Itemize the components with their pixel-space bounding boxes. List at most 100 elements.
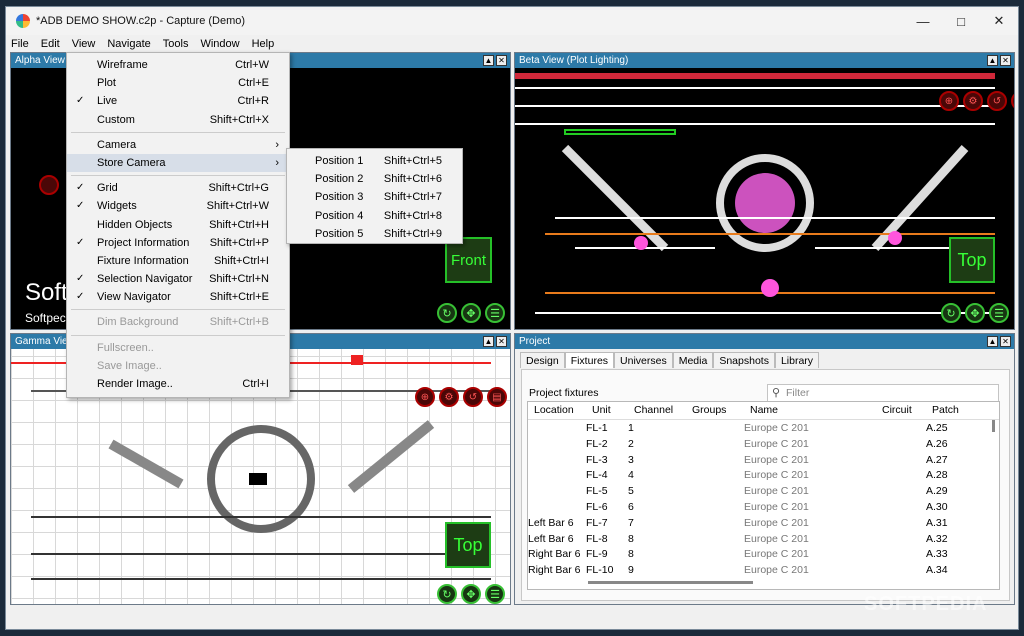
document-icon[interactable]: ▤	[1011, 91, 1014, 111]
view-menu-item[interactable]: ✓ Selection Navigator Shift+Ctrl+N	[67, 270, 289, 288]
move-icon[interactable]: ✥	[461, 584, 481, 604]
minimize-icon[interactable]: —	[904, 7, 942, 35]
gamma-view-label[interactable]: Top	[445, 522, 491, 568]
view-menu-item[interactable]: Store Camera ›	[67, 153, 289, 173]
table-row[interactable]: FL-6 6 Europe C 201 A.30	[528, 500, 999, 516]
pane-close-icon[interactable]: ✕	[1000, 55, 1011, 66]
tab-snapshots[interactable]: Snapshots	[713, 352, 775, 368]
store-camera-item[interactable]: Position 5 Shift+Ctrl+9	[287, 225, 462, 243]
table-row[interactable]: FL-2 2 Europe C 201 A.26	[528, 437, 999, 453]
fixtures-table[interactable]: Location Unit Channel Groups Name Circui…	[527, 401, 1000, 590]
document-icon[interactable]: ▤	[487, 387, 507, 407]
tab-library[interactable]: Library	[774, 352, 820, 368]
view-menu-item[interactable]: Camera ›	[67, 136, 289, 154]
table-cell: FL-4	[586, 469, 608, 482]
col-circuit[interactable]: Circuit	[882, 402, 912, 419]
view-menu-item[interactable]: Fullscreen..	[67, 339, 289, 357]
menu-file[interactable]: File	[11, 38, 29, 50]
pane-maximize-icon[interactable]: ▲	[987, 336, 998, 347]
menu-tools[interactable]: Tools	[163, 38, 189, 50]
view-menu-item[interactable]: ✓ Project Information Shift+Ctrl+P	[67, 234, 289, 252]
beta-view-pane[interactable]: Beta View (Plot Lighting) ▲ ✕ ⊕ ⚙ ↺ Top …	[514, 52, 1015, 330]
target-icon[interactable]: ⊕	[939, 91, 959, 111]
view-menu-item[interactable]: Fixture Information Shift+Ctrl+I	[67, 252, 289, 270]
tab-media[interactable]: Media	[672, 352, 714, 368]
pane-maximize-icon[interactable]: ▲	[483, 336, 494, 347]
pane-close-icon[interactable]: ✕	[1000, 336, 1011, 347]
cycle-icon[interactable]: ↺	[987, 91, 1007, 111]
rotate-icon[interactable]: ↻	[941, 303, 961, 323]
table-row[interactable]: FL-5 5 Europe C 201 A.29	[528, 484, 999, 500]
tab-universes[interactable]: Universes	[614, 352, 673, 368]
move-icon[interactable]: ✥	[461, 303, 481, 323]
menu-view[interactable]: View	[72, 38, 96, 50]
maximize-icon[interactable]: □	[942, 7, 980, 35]
store-camera-item[interactable]: Position 2 Shift+Ctrl+6	[287, 170, 462, 188]
view-menu-item[interactable]: ✓ View Navigator Shift+Ctrl+E	[67, 288, 289, 306]
col-channel[interactable]: Channel	[634, 402, 673, 419]
alpha-target-icon[interactable]	[39, 175, 59, 195]
menu-item-shortcut: Shift+Ctrl+8	[383, 209, 442, 222]
beta-view-label[interactable]: Top	[949, 237, 995, 283]
table-row[interactable]: Right Bar 6 FL-10 9 Europe C 201 A.34	[528, 563, 999, 579]
cycle-icon[interactable]: ↺	[463, 387, 483, 407]
view-menu-item[interactable]: Hidden Objects Shift+Ctrl+H	[67, 216, 289, 234]
col-unit[interactable]: Unit	[592, 402, 611, 419]
table-row[interactable]: Left Bar 6 FL-7 7 Europe C 201 A.31	[528, 516, 999, 532]
pane-maximize-icon[interactable]: ▲	[987, 55, 998, 66]
menu-separator	[71, 131, 285, 133]
store-camera-item[interactable]: Position 4 Shift+Ctrl+8	[287, 207, 462, 225]
view-menu-item[interactable]: Dim Background Shift+Ctrl+B	[67, 313, 289, 331]
target-icon[interactable]: ⊕	[415, 387, 435, 407]
move-icon[interactable]: ✥	[965, 303, 985, 323]
view-menu-item[interactable]: Custom Shift+Ctrl+X	[67, 111, 289, 129]
col-groups[interactable]: Groups	[692, 402, 726, 419]
table-row[interactable]: Left Bar 6 FL-8 8 Europe C 201 A.32	[528, 532, 999, 548]
close-icon[interactable]: ✕	[980, 7, 1018, 35]
menu-icon[interactable]: ☰	[485, 584, 505, 604]
app-window: *ADB DEMO SHOW.c2p - Capture (Demo) — □ …	[5, 6, 1019, 630]
menu-help[interactable]: Help	[252, 38, 275, 50]
view-menu-item[interactable]: ✓ Grid Shift+Ctrl+G	[67, 179, 289, 197]
horizontal-scrollbar[interactable]	[588, 581, 753, 584]
rotate-icon[interactable]: ↻	[437, 584, 457, 604]
filter-input[interactable]: Filter	[767, 384, 999, 402]
store-camera-item[interactable]: Position 3 Shift+Ctrl+7	[287, 188, 462, 206]
table-cell: 7	[628, 516, 634, 529]
chevron-right-icon: ›	[275, 138, 279, 151]
table-cell: A.34	[926, 564, 948, 577]
col-name[interactable]: Name	[750, 402, 778, 419]
pane-maximize-icon[interactable]: ▲	[483, 55, 494, 66]
table-row[interactable]: FL-4 4 Europe C 201 A.28	[528, 468, 999, 484]
menu-item-shortcut: Ctrl+I	[242, 378, 269, 390]
table-row[interactable]: FL-1 1 Europe C 201 A.25	[528, 421, 999, 437]
view-menu-item[interactable]: Plot Ctrl+E	[67, 74, 289, 92]
gear-icon[interactable]: ⚙	[439, 387, 459, 407]
pane-close-icon[interactable]: ✕	[496, 336, 507, 347]
tab-design[interactable]: Design	[520, 352, 565, 368]
table-cell: FL-2	[586, 437, 608, 450]
pane-close-icon[interactable]: ✕	[496, 55, 507, 66]
gear-icon[interactable]: ⚙	[963, 91, 983, 111]
view-menu-item[interactable]: Wireframe Ctrl+W	[67, 56, 289, 74]
menu-icon[interactable]: ☰	[989, 303, 1009, 323]
menu-icon[interactable]: ☰	[485, 303, 505, 323]
view-menu-item[interactable]: Render Image.. Ctrl+I	[67, 375, 289, 393]
menu-item-shortcut: Shift+Ctrl+7	[383, 191, 442, 204]
view-menu-item[interactable]: ✓ Live Ctrl+R	[67, 92, 289, 110]
view-menu-item[interactable]: Save Image..	[67, 357, 289, 375]
table-row[interactable]: FL-3 3 Europe C 201 A.27	[528, 453, 999, 469]
title-bar[interactable]: *ADB DEMO SHOW.c2p - Capture (Demo) — □ …	[6, 7, 1018, 35]
menu-edit[interactable]: Edit	[41, 38, 60, 50]
menu-window[interactable]: Window	[200, 38, 239, 50]
store-camera-item[interactable]: Position 1 Shift+Ctrl+5	[287, 152, 462, 170]
tab-fixtures[interactable]: Fixtures	[564, 352, 615, 368]
table-row[interactable]: Right Bar 6 FL-9 8 Europe C 201 A.33	[528, 547, 999, 563]
col-location[interactable]: Location	[534, 402, 574, 419]
view-menu-item[interactable]: ✓ Widgets Shift+Ctrl+W	[67, 197, 289, 215]
rotate-icon[interactable]: ↻	[437, 303, 457, 323]
menu-navigate[interactable]: Navigate	[107, 38, 150, 50]
vertical-scrollbar[interactable]	[992, 420, 995, 432]
col-patch[interactable]: Patch	[932, 402, 959, 419]
menu-item-label: Fixture Information	[97, 254, 189, 267]
